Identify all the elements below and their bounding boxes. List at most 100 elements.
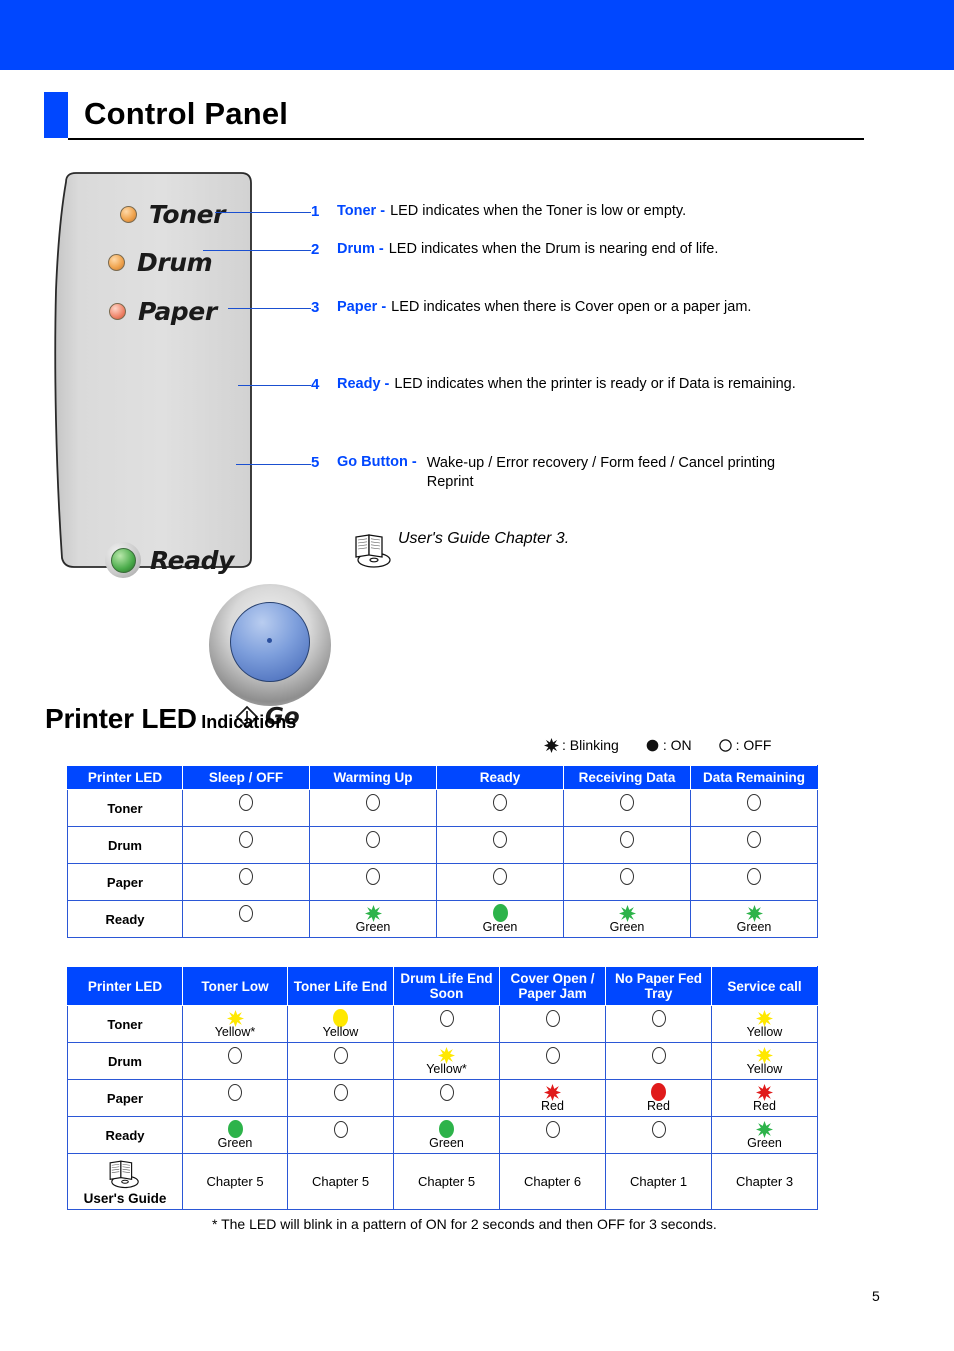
led-state-cell — [182, 863, 310, 901]
page-number: 5 — [872, 1288, 880, 1304]
led-state-label: Yellow — [746, 1061, 783, 1076]
led-state-label: Green — [217, 1136, 253, 1150]
book-cd-icon — [109, 1160, 139, 1189]
led-state-label: Green — [429, 1136, 464, 1150]
row-header-toner: Toner — [67, 1005, 183, 1043]
title-accent-mark — [44, 92, 68, 138]
led-state-cell — [436, 863, 564, 901]
led-off-icon — [333, 1046, 348, 1064]
control-panel-body — [54, 172, 252, 568]
row-header-drum: Drum — [67, 826, 183, 864]
callout-4-number: 4 — [311, 376, 320, 393]
led-off-icon — [366, 867, 380, 885]
led-state-cell — [690, 826, 818, 864]
led-state-label: Yellow* — [426, 1061, 467, 1076]
led-state-cell — [499, 1005, 606, 1043]
callout-3-term: Paper - — [337, 299, 387, 315]
led-state-cell: Green — [393, 1116, 500, 1154]
row-header-toner: Toner — [67, 789, 183, 827]
led-off-icon — [747, 830, 761, 848]
legend-off: : OFF — [718, 737, 771, 753]
table-row: Paper Red Red Red — [67, 1079, 818, 1117]
callout-1-term: Toner - — [337, 203, 386, 219]
led-state-cell: Red — [605, 1079, 712, 1117]
header-banner — [0, 0, 954, 70]
led-state-cell — [309, 789, 437, 827]
row-header-paper: Paper — [67, 863, 183, 901]
led-state-cell — [182, 1079, 288, 1117]
callout-1: 1 Toner - LED indicates when the Toner i… — [311, 203, 686, 220]
callout-5-desc-line1: Wake-up / Error recovery / Form feed / C… — [426, 455, 776, 471]
led-off-icon — [493, 867, 507, 885]
row-header-paper: Paper — [67, 1079, 183, 1117]
callout-2-desc: LED indicates when the Drum is nearing e… — [388, 241, 719, 257]
led-blinking-icon — [745, 904, 763, 922]
led-indications-heading: Printer LED Indications — [45, 703, 296, 735]
table1-col-4: Receiving Data — [563, 765, 691, 790]
leader-line-3 — [228, 308, 311, 309]
legend-on-label: : ON — [662, 737, 692, 753]
led-state-label: Red — [647, 1099, 670, 1113]
table1-col-2: Warming Up — [309, 765, 437, 790]
toner-led-label: Toner — [149, 200, 226, 229]
led-state-cell — [182, 789, 310, 827]
led-state-cell: Yellow* — [182, 1005, 288, 1043]
led-state-label: Green — [482, 920, 518, 934]
led-off-icon — [228, 1083, 242, 1101]
callout-3-number: 3 — [311, 299, 320, 316]
off-icon — [718, 738, 732, 752]
led-state-cell — [287, 1116, 394, 1154]
led-state-label: Red — [753, 1098, 776, 1113]
callout-5-term: Go Button - — [337, 454, 417, 470]
led-blinking-icon — [756, 1083, 773, 1101]
table-row: Ready Green Green Green Green — [67, 900, 818, 938]
led-state-label: Green — [736, 919, 772, 934]
callout-5: 5 Go Button - Wake-up / Error recovery /… — [311, 454, 775, 492]
led-state-label: Yellow* — [214, 1024, 256, 1039]
leader-line-1 — [215, 212, 311, 213]
led-state-cell: Yellow — [287, 1005, 394, 1043]
book-cd-icon — [355, 534, 391, 568]
page-title: Control Panel — [84, 96, 289, 131]
led-blinking-icon — [618, 904, 636, 922]
table2-col-4: Cover Open / Paper Jam — [499, 966, 606, 1006]
led-state-cell — [436, 826, 564, 864]
led-state-cell — [690, 863, 818, 901]
led-off-icon — [228, 1046, 242, 1064]
users-guide-row-header: User's Guide — [67, 1153, 183, 1210]
users-guide-chapter-cell: Chapter 5 — [182, 1153, 288, 1210]
led-state-cell: Green — [182, 1116, 288, 1154]
users-guide-note: User's Guide Chapter 3. — [352, 530, 569, 568]
callout-3-desc: LED indicates when there is Cover open o… — [391, 299, 752, 315]
led-off-icon — [366, 793, 380, 811]
led-off-icon — [545, 1046, 560, 1064]
led-state-cell — [563, 826, 691, 864]
led-state-label: Green — [355, 919, 391, 934]
led-blinking-icon — [756, 1009, 773, 1027]
led-state-cell — [182, 826, 310, 864]
table-row: Paper — [67, 863, 818, 901]
led-state-cell — [182, 900, 310, 938]
legend-blinking: : Blinking — [544, 737, 619, 753]
led-state-cell — [605, 1005, 712, 1043]
table1-col-0: Printer LED — [67, 765, 183, 790]
led-legend: : Blinking : ON : OFF — [544, 737, 771, 753]
leader-line-4 — [238, 385, 311, 386]
led-off-icon — [651, 1046, 666, 1064]
paper-led-icon — [109, 303, 126, 320]
table-row: Toner — [67, 789, 818, 827]
led-off-icon — [620, 867, 634, 885]
title-divider — [68, 138, 864, 140]
drum-led-icon — [108, 254, 125, 271]
on-icon — [646, 739, 659, 751]
blinking-icon — [544, 737, 559, 753]
table2-col-0: Printer LED — [67, 966, 183, 1006]
table-row: Drum — [67, 826, 818, 864]
callout-2-term: Drum - — [337, 241, 384, 257]
led-state-cell: Green — [436, 900, 564, 938]
legend-blinking-label: : Blinking — [562, 737, 619, 753]
row-header-ready: Ready — [67, 1116, 183, 1154]
led-blinking-icon — [438, 1046, 455, 1064]
page-title-block: Control Panel — [44, 92, 864, 144]
led-state-cell: Red — [711, 1079, 818, 1117]
